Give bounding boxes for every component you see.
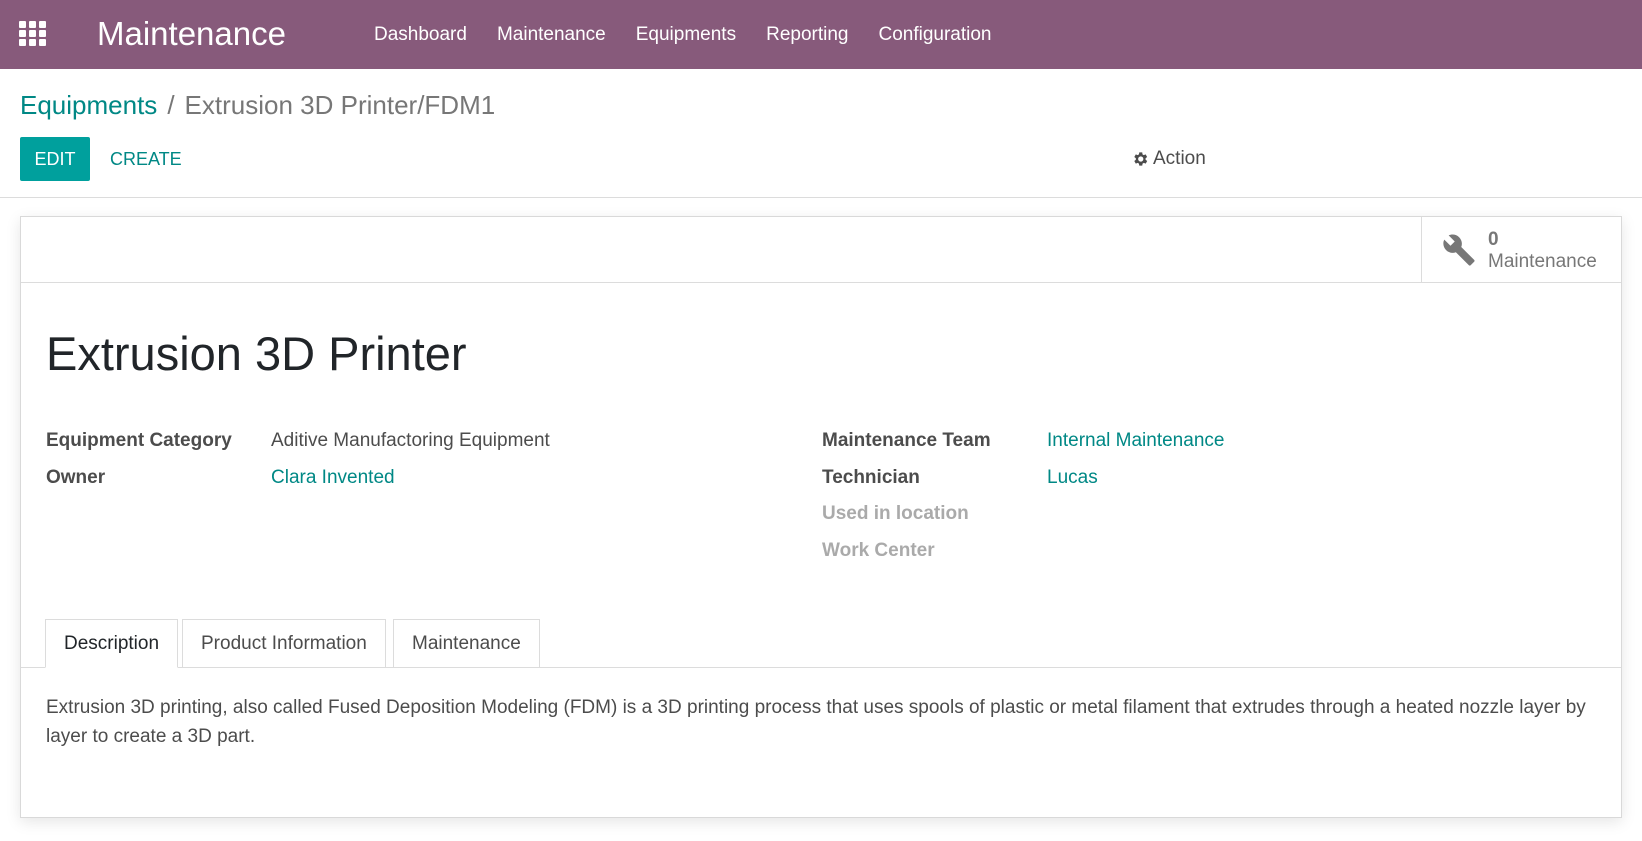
top-navbar: Maintenance Dashboard Maintenance Equipm…	[0, 0, 1642, 69]
menu-equipments[interactable]: Equipments	[636, 0, 736, 69]
maintenance-count-label: Maintenance	[1488, 251, 1597, 272]
stat-text: 0 Maintenance	[1488, 229, 1597, 273]
menu-maintenance[interactable]: Maintenance	[497, 0, 606, 69]
owner-label: Owner	[46, 467, 106, 488]
tab-description[interactable]: Description	[45, 619, 179, 668]
wrench-icon	[1443, 234, 1475, 266]
technician-link[interactable]: Lucas	[1047, 465, 1098, 491]
breadcrumb-equipments-link[interactable]: Equipments	[20, 87, 157, 123]
work-center-label: Work Center	[822, 540, 935, 561]
menu-reporting[interactable]: Reporting	[766, 0, 848, 69]
menu-configuration[interactable]: Configuration	[878, 0, 991, 69]
grid-apps-icon[interactable]	[19, 21, 47, 47]
tab-maintenance[interactable]: Maintenance	[393, 619, 540, 668]
create-button[interactable]: CREATE	[110, 137, 182, 181]
menu-dashboard[interactable]: Dashboard	[374, 0, 467, 69]
equipment-category-value: Aditive Manufactoring Equipment	[271, 430, 550, 451]
record-title: Extrusion 3D Printer	[46, 327, 467, 380]
button-box: 0 Maintenance	[21, 217, 1621, 283]
breadcrumb: Equipments / Extrusion 3D Printer/FDM1	[20, 87, 495, 123]
main-menu: Dashboard Maintenance Equipments Reporti…	[374, 0, 1022, 69]
action-label: Action	[1153, 148, 1206, 169]
owner-link[interactable]: Clara Invented	[271, 465, 395, 491]
control-panel: Equipments / Extrusion 3D Printer/FDM1 E…	[0, 69, 1642, 198]
form-sheet: 0 Maintenance Extrusion 3D Printer Equip…	[20, 216, 1622, 818]
maintenance-count: 0	[1488, 229, 1499, 250]
maintenance-team-label: Maintenance Team	[822, 430, 991, 451]
description-text: Extrusion 3D printing, also called Fused…	[46, 697, 1586, 747]
tab-product-information[interactable]: Product Information	[182, 619, 386, 668]
breadcrumb-current: Extrusion 3D Printer/FDM1	[184, 90, 496, 120]
gear-icon	[1134, 152, 1148, 166]
technician-label: Technician	[822, 467, 920, 488]
used-in-location-label: Used in location	[822, 503, 969, 524]
breadcrumb-separator: /	[167, 90, 175, 120]
maintenance-count-button[interactable]: 0 Maintenance	[1421, 217, 1621, 282]
maintenance-team-link[interactable]: Internal Maintenance	[1047, 428, 1224, 454]
edit-button[interactable]: EDIT	[20, 137, 90, 181]
app-title[interactable]: Maintenance	[97, 12, 286, 56]
action-dropdown[interactable]: Action	[1131, 137, 1206, 181]
equipment-category-label: Equipment Category	[46, 430, 232, 451]
